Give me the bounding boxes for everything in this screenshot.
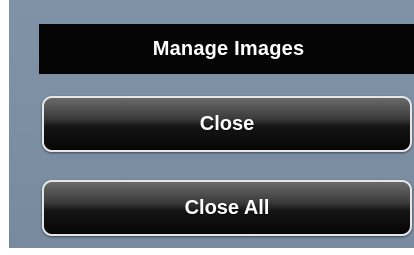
panel-title: Manage Images xyxy=(152,37,305,60)
close-all-button[interactable]: Close All xyxy=(42,180,412,236)
panel-header: Manage Images xyxy=(39,24,414,74)
close-button-label: Close xyxy=(199,112,255,135)
manage-images-panel: Manage Images Close Close All xyxy=(9,0,414,248)
close-button[interactable]: Close xyxy=(42,96,412,152)
close-all-button-label: Close All xyxy=(184,196,270,219)
